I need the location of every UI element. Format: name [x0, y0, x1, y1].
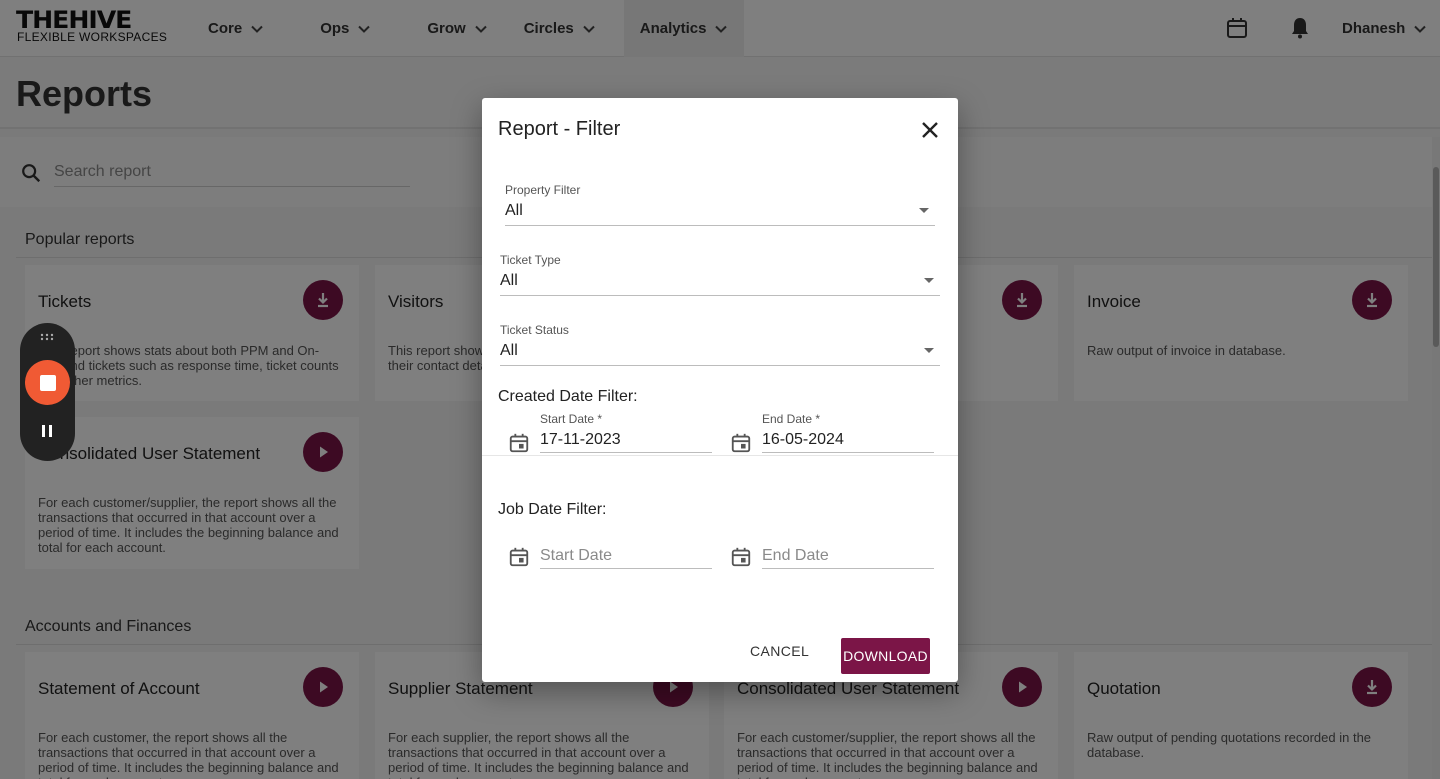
job-start-date-field[interactable]: Start Date: [508, 538, 718, 572]
property-filter-select[interactable]: Property Filter All: [505, 183, 935, 226]
screen-recorder-widget: [20, 323, 75, 461]
calendar-icon[interactable]: [730, 432, 752, 454]
job-end-date-field[interactable]: End Date: [730, 538, 940, 572]
stop-icon: [39, 374, 56, 391]
calendar-icon[interactable]: [508, 432, 530, 454]
section-divider: [482, 455, 958, 456]
cancel-button[interactable]: CANCEL: [750, 643, 809, 659]
dialog-title: Report - Filter: [498, 118, 621, 140]
caret-down-icon: [924, 278, 934, 283]
report-filter-dialog: Report - Filter Property Filter All Tick…: [482, 98, 958, 682]
calendar-icon[interactable]: [508, 546, 530, 568]
date-input[interactable]: 17-11-2023: [540, 431, 712, 453]
field-label: Ticket Status: [500, 323, 569, 337]
field-value[interactable]: All: [500, 342, 940, 366]
select-value: All: [505, 202, 523, 219]
ticket-status-select[interactable]: Ticket Status All: [500, 323, 940, 366]
caret-down-icon: [924, 348, 934, 353]
date-input[interactable]: End Date: [762, 547, 934, 569]
ticket-type-select[interactable]: Ticket Type All: [500, 253, 940, 296]
field-label: Ticket Type: [500, 253, 561, 267]
close-icon[interactable]: [918, 118, 942, 142]
select-value: All: [500, 342, 518, 359]
drag-handle-icon[interactable]: [39, 332, 55, 342]
field-value[interactable]: All: [505, 202, 935, 226]
date-input[interactable]: Start Date: [540, 547, 712, 569]
stop-recording-button[interactable]: [25, 360, 70, 405]
field-label: Property Filter: [505, 183, 581, 197]
job-date-heading: Job Date Filter:: [498, 501, 607, 518]
caret-down-icon: [919, 208, 929, 213]
field-value[interactable]: All: [500, 272, 940, 296]
created-start-date-field[interactable]: Start Date * 17-11-2023: [508, 412, 718, 458]
field-label: End Date *: [762, 412, 821, 426]
created-date-heading: Created Date Filter:: [498, 388, 638, 405]
calendar-icon[interactable]: [730, 546, 752, 568]
date-input[interactable]: 16-05-2024: [762, 431, 934, 453]
select-value: All: [500, 272, 518, 289]
pause-icon[interactable]: [39, 423, 55, 439]
created-end-date-field[interactable]: End Date * 16-05-2024: [730, 412, 940, 458]
download-button[interactable]: DOWNLOAD: [841, 638, 930, 674]
field-label: Start Date *: [540, 412, 603, 426]
